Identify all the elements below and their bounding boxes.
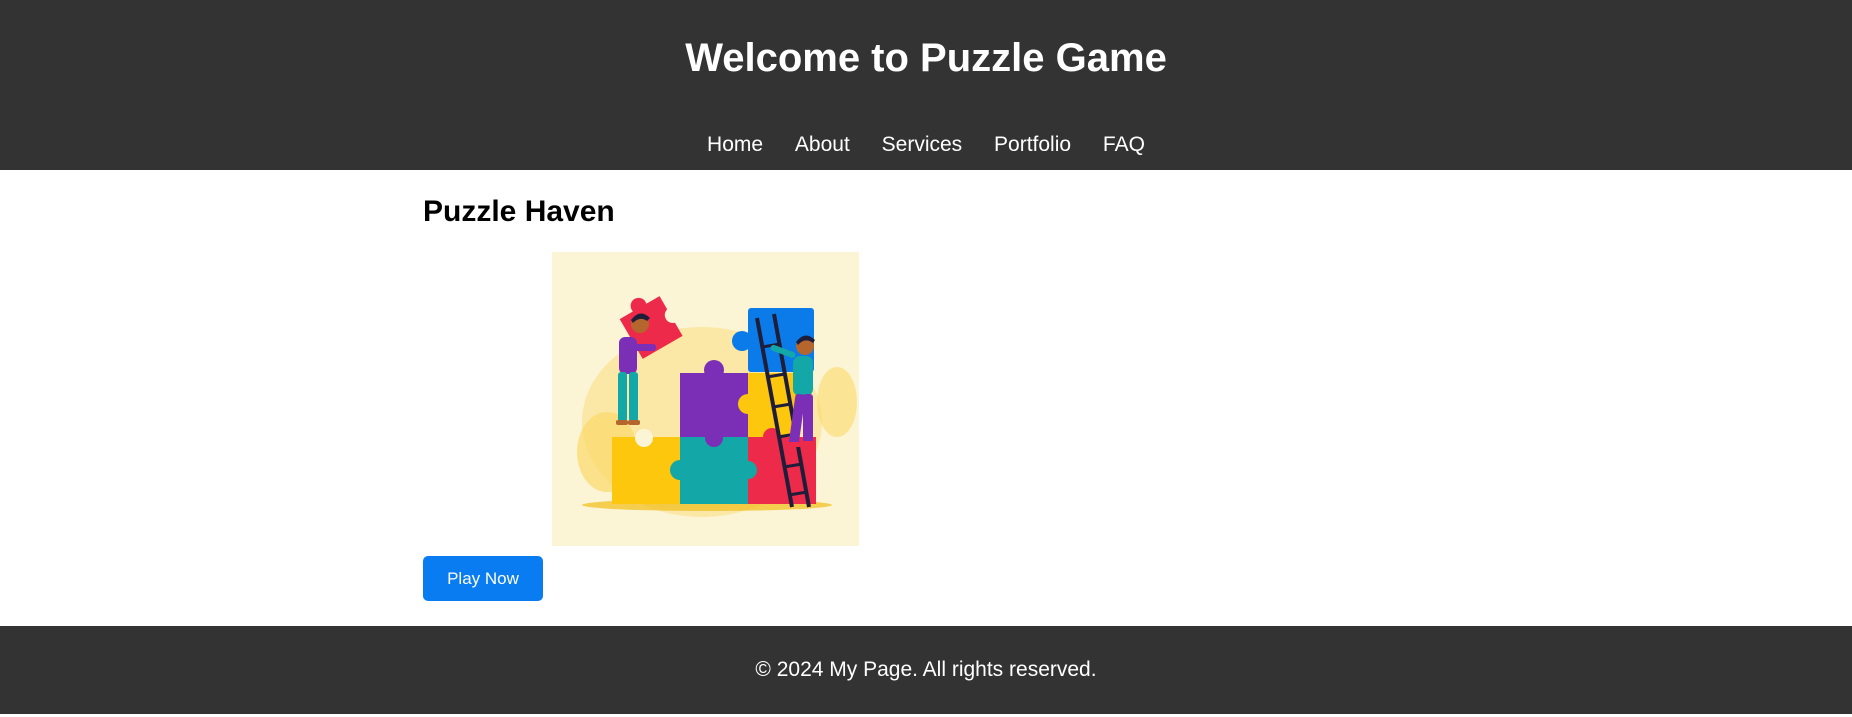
nav-services[interactable]: Services [882, 132, 963, 158]
main-nav: Home About Services Portfolio FAQ [0, 132, 1852, 158]
site-footer: © 2024 My Page. All rights reserved. [0, 626, 1852, 714]
puzzle-illustration [552, 252, 859, 546]
page-title: Welcome to Puzzle Game [685, 36, 1167, 80]
nav-portfolio[interactable]: Portfolio [994, 132, 1071, 158]
nav-about[interactable]: About [795, 132, 850, 158]
copyright-text: © 2024 My Page. All rights reserved. [755, 658, 1097, 681]
nav-faq[interactable]: FAQ [1103, 132, 1145, 158]
main-content: Puzzle Haven Play Now [0, 170, 1852, 626]
nav-home[interactable]: Home [707, 132, 763, 158]
puzzle-team-illustration-icon [552, 252, 859, 546]
section-heading: Puzzle Haven [423, 195, 615, 228]
site-header: Welcome to Puzzle Game Home About Servic… [0, 0, 1852, 170]
play-now-button[interactable]: Play Now [423, 556, 543, 601]
